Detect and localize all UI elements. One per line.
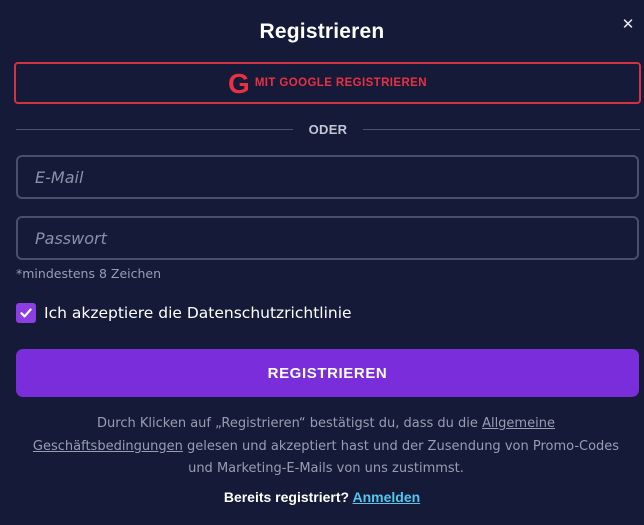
consent-label: Ich akzeptiere die Datenschutzrichtlinie: [44, 304, 352, 322]
register-button[interactable]: REGISTRIEREN: [16, 349, 639, 397]
divider-line-left: [16, 128, 293, 130]
register-modal: Registrieren ✕ G MIT GOOGLE REGISTRIEREN…: [0, 0, 644, 525]
close-icon[interactable]: ✕: [618, 14, 638, 34]
consent-checkbox[interactable]: [16, 303, 36, 323]
or-divider: ODER: [16, 120, 640, 138]
divider-label: ODER: [308, 121, 348, 137]
google-register-button[interactable]: G MIT GOOGLE REGISTRIEREN: [14, 62, 641, 104]
terms-text-after: gelesen und akzeptiert hast und der Zuse…: [182, 438, 620, 477]
google-register-label: MIT GOOGLE REGISTRIEREN: [254, 77, 427, 89]
password-hint: *mindestens 8 Zeichen: [16, 266, 162, 281]
email-field[interactable]: [16, 155, 639, 199]
already-registered-text: Bereits registriert?: [223, 489, 350, 505]
checkmark-icon: [20, 308, 32, 318]
divider-line-right: [363, 128, 640, 130]
terms-text: Durch Klicken auf „Registrieren“ bestäti…: [20, 413, 632, 481]
google-g-icon: G: [228, 67, 250, 99]
login-prompt: Bereits registriert? Anmelden: [0, 489, 644, 505]
login-link[interactable]: Anmelden: [352, 489, 420, 505]
password-field[interactable]: [16, 216, 639, 260]
terms-text-before: Durch Klicken auf „Registrieren“ bestäti…: [97, 416, 483, 431]
privacy-consent[interactable]: Ich akzeptiere die Datenschutzrichtlinie: [16, 303, 352, 323]
modal-title: Registrieren: [259, 20, 385, 43]
